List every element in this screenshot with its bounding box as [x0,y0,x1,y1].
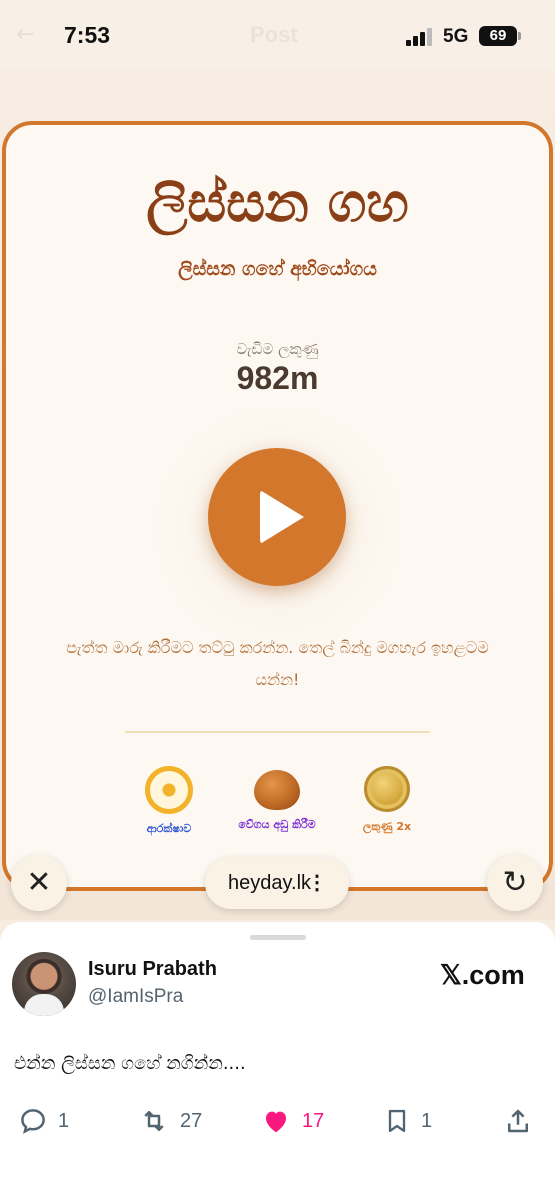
oil-drop-icon [254,770,300,810]
powerup-double-points: ලකුණු 2x [322,766,452,834]
game-subtitle: ලිස්සන ගහේ අභියෝගය [178,258,377,280]
reload-button[interactable]: ↻ [487,855,543,911]
status-bar: ← Post 7:53 5G 69 [0,0,555,70]
status-time: 7:53 [64,22,111,48]
reload-icon: ↻ [502,865,528,900]
heart-icon [266,1111,286,1132]
game-title: ලිස්සන ගහ [146,170,409,234]
best-score-label: වැඩිම ලකුණු [236,340,319,358]
repost-count: 27 [180,1109,203,1132]
url-pill[interactable]: heyday.lk ⋮ [205,857,349,909]
sheet-handle[interactable] [250,935,306,940]
bookmark-count: 1 [421,1109,433,1132]
reply-button[interactable]: 1 [18,1102,69,1138]
share-button[interactable] [503,1102,533,1138]
share-icon [508,1109,528,1132]
x-logo[interactable]: 𝕏.com [440,960,525,991]
signal-icon [406,28,434,46]
like-count: 17 [302,1109,325,1132]
best-score-value: 982m [236,360,319,396]
reply-icon [21,1108,45,1134]
back-arrow-icon: ← [16,22,35,47]
network-label: 5G [443,26,469,47]
bookmark-button[interactable]: 1 [383,1102,432,1138]
play-icon [260,490,304,544]
play-button[interactable] [208,448,346,586]
reply-count: 1 [58,1109,70,1132]
dharma-wheel-icon [145,766,193,814]
more-menu-icon[interactable]: ⋮ [307,857,327,909]
close-icon: ✕ [26,865,52,900]
author-name[interactable]: Isuru Prabath [88,958,217,981]
post-text: එන්න ලිස්සන ගහේ නගින්න.... [14,1053,246,1074]
url-text: heyday.lk [228,872,312,894]
close-button[interactable]: ✕ [11,855,67,911]
like-button[interactable]: 17 [260,1102,324,1138]
gold-coin-icon [364,766,410,812]
bookmark-icon [388,1109,406,1132]
game-instructions: පැත්ත මාරු කිරීමට තට්ටු කරන්න. තෙල් බින්… [66,638,489,689]
powerup-double-points-label: ලකුණු 2x [362,820,412,833]
battery-icon: 69 [479,26,521,46]
repost-icon [144,1110,164,1131]
avatar[interactable] [12,952,76,1016]
repost-button[interactable]: 27 [138,1102,202,1138]
author-handle[interactable]: @IamIsPra [88,986,183,1008]
divider [125,731,430,733]
ghost-page-title: Post [250,22,298,47]
